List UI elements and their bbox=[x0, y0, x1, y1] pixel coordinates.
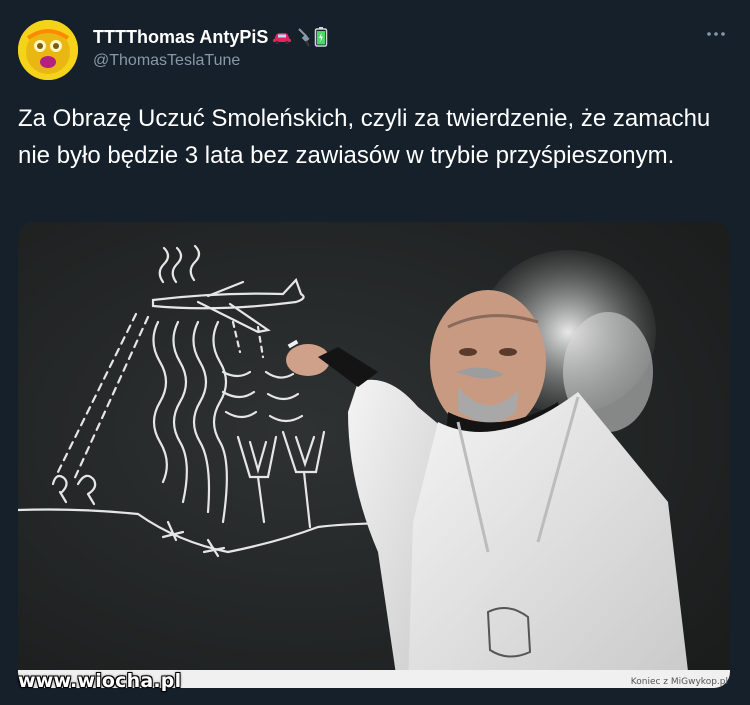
tweet-media-photo[interactable] bbox=[18, 222, 730, 688]
watermark: www.wiocha.pl bbox=[18, 670, 182, 692]
photo-credit: Koniec z MiGwykop.pl bbox=[630, 677, 728, 687]
author-display-name[interactable]: TTTThomas AntyPiS bbox=[93, 27, 268, 48]
avatar[interactable] bbox=[18, 20, 78, 80]
avatar-image bbox=[18, 20, 78, 80]
author-handle[interactable]: @ThomasTeslaTune bbox=[93, 52, 240, 70]
car-icon bbox=[272, 31, 292, 45]
more-horizontal-icon[interactable] bbox=[704, 24, 728, 44]
chalkboard-photo bbox=[18, 222, 730, 688]
tweet-text: Za Obrazę Uczuć Smoleńskich, czyli za tw… bbox=[18, 105, 711, 169]
battery-icon bbox=[314, 27, 328, 47]
plug-icon bbox=[296, 27, 311, 47]
tweet-header: TTTThomas AntyPiS @ThomasTeslaTune bbox=[18, 18, 732, 82]
tweet-page: TTTThomas AntyPiS @ThomasTeslaTune Za Ob… bbox=[0, 0, 750, 705]
author-name-row: TTTThomas AntyPiS bbox=[93, 26, 328, 48]
